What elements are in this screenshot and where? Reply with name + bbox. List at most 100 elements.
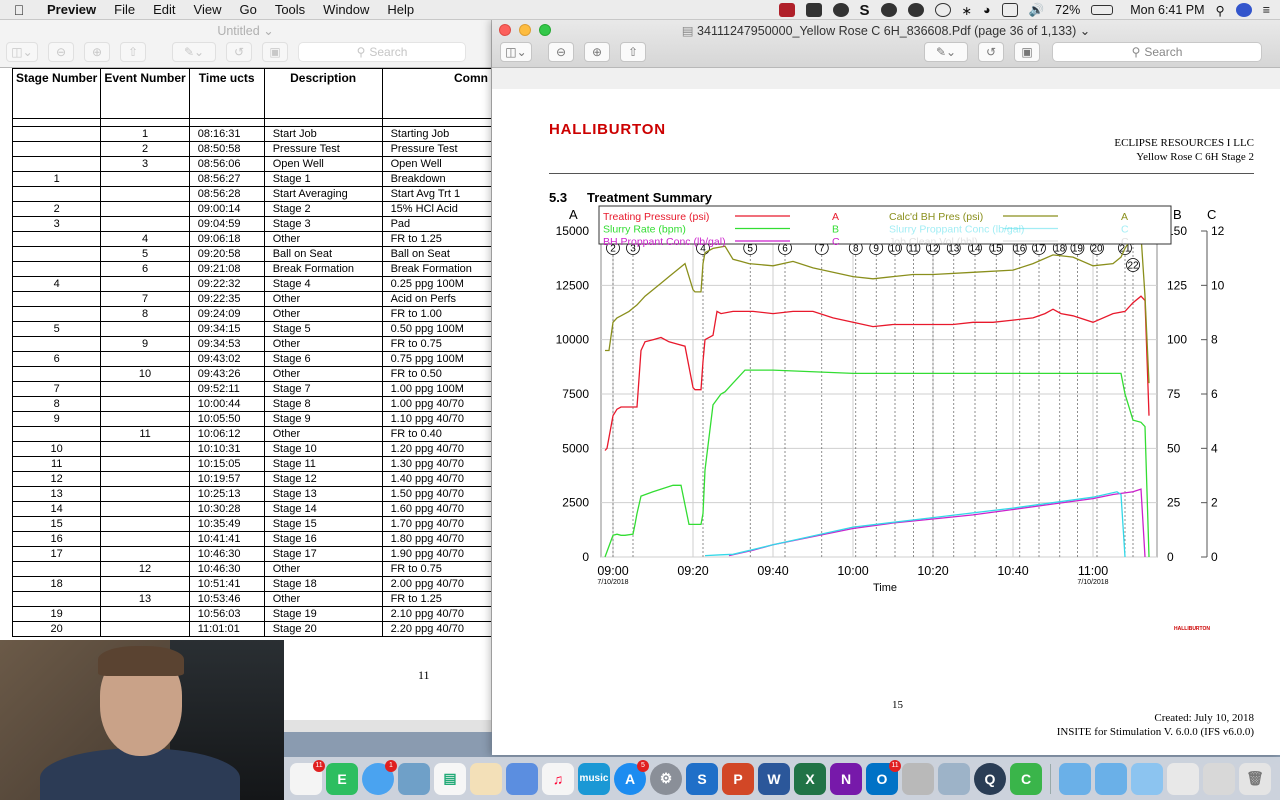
- itunes-icon[interactable]: ♫: [542, 762, 574, 795]
- event-cell: [100, 321, 190, 337]
- siri-icon[interactable]: [1235, 3, 1252, 17]
- zoom-in-button[interactable]: ⊕: [84, 42, 110, 62]
- menu-edit[interactable]: Edit: [144, 2, 184, 17]
- clock[interactable]: Mon 6:41 PM: [1130, 3, 1204, 17]
- document-stack-icon[interactable]: [1167, 762, 1199, 795]
- airplay-icon[interactable]: [1001, 3, 1018, 17]
- calendar-icon[interactable]: 11: [290, 759, 325, 795]
- menu-app-name[interactable]: Preview: [38, 2, 105, 17]
- sidebar-toggle-button[interactable]: ◫⌄: [6, 42, 38, 62]
- simplenote-icon[interactable]: S: [686, 762, 718, 795]
- b-axis-label: B: [1173, 207, 1182, 222]
- legend-item-label: Job Clean Vol (bbl): [889, 236, 978, 248]
- notes-stack-icon[interactable]: [1203, 762, 1235, 795]
- app-store-icon[interactable]: A5: [614, 759, 649, 795]
- toolbox-button[interactable]: ▣: [1014, 42, 1040, 62]
- left-search-input[interactable]: ⚲ Search: [298, 42, 466, 62]
- time-cell: 10:00:44: [188, 396, 265, 412]
- menu-view[interactable]: View: [185, 2, 231, 17]
- b-axis-tick-label: 50: [1167, 441, 1181, 455]
- a-axis-label: A: [569, 207, 578, 222]
- menu-file[interactable]: File: [105, 2, 144, 17]
- time-machine-icon[interactable]: [934, 3, 951, 17]
- outlook-icon[interactable]: O 11: [866, 759, 901, 795]
- volume-icon[interactable]: 🔊: [1029, 3, 1045, 18]
- evernote-helper-icon[interactable]: [805, 3, 822, 17]
- cloud-icon[interactable]: [880, 3, 897, 17]
- table-row: 12 10:46:30 Other FR to 0.75: [11, 561, 491, 577]
- right-window-title[interactable]: ▤ 34111247950000_Yellow Rose C 6H_836608…: [492, 23, 1280, 38]
- toolbox-button[interactable]: ▣: [262, 42, 288, 62]
- notification-center-icon[interactable]: ≡: [1263, 3, 1270, 17]
- battery-percent[interactable]: 72%: [1055, 3, 1080, 17]
- pdf-file-icon: ▤: [681, 24, 698, 38]
- rotate-icon: ↺: [233, 45, 245, 59]
- apple-menu-icon[interactable]: : [0, 2, 38, 18]
- markup-button[interactable]: ✎⌄: [172, 42, 216, 62]
- menu-window[interactable]: Window: [314, 2, 378, 17]
- zoom-out-button[interactable]: ⊖: [48, 42, 74, 62]
- c-axis-tick-label: 6: [1211, 387, 1218, 401]
- zoom-out-button[interactable]: ⊖: [548, 42, 574, 62]
- right-search-input[interactable]: ⚲ Search: [1052, 42, 1262, 62]
- bluetooth-icon[interactable]: ∗: [962, 3, 972, 18]
- description-cell: Break Formation: [263, 261, 383, 277]
- share-button[interactable]: ⇧: [620, 42, 646, 62]
- downloads-folder-icon[interactable]: [1095, 762, 1127, 795]
- preview-icon[interactable]: [902, 762, 934, 795]
- legend-axis-letter: B: [832, 224, 839, 236]
- user-icon[interactable]: [907, 3, 924, 17]
- share-button[interactable]: ⇧: [120, 42, 146, 62]
- description-cell: Other: [263, 561, 383, 577]
- word-icon[interactable]: W: [758, 762, 790, 795]
- comment-cell: 15% HCl Acid: [381, 201, 491, 217]
- image-capture-icon[interactable]: [938, 762, 970, 795]
- quicktime-icon[interactable]: Q: [974, 762, 1006, 795]
- sidebar-toggle-button[interactable]: ◫⌄: [500, 42, 532, 62]
- event-cell: [100, 501, 190, 517]
- spotlight-search-icon[interactable]: ⚲: [1216, 3, 1225, 18]
- zoom-in-button[interactable]: ⊕: [584, 42, 610, 62]
- menu-help[interactable]: Help: [378, 2, 423, 17]
- folder-icon[interactable]: [1059, 762, 1091, 795]
- left-window-title[interactable]: Untitled ⌄: [0, 23, 491, 38]
- wifi-icon[interactable]: ◕: [983, 3, 991, 17]
- onenote-icon[interactable]: N: [830, 762, 862, 795]
- amazon-music-icon[interactable]: music: [578, 762, 610, 795]
- table-row: 2 08:50:58 Pressure Test Pressure Test: [11, 141, 491, 157]
- applications-folder-icon[interactable]: [1131, 762, 1163, 795]
- battery-icon[interactable]: [1091, 5, 1114, 15]
- table-row: 17 10:46:30 Stage 17 1.90 ppg 40/70: [11, 546, 491, 562]
- rotate-button[interactable]: ↺: [978, 42, 1004, 62]
- stage-cell: 6: [11, 351, 102, 367]
- markup-button[interactable]: ✎⌄: [924, 42, 968, 62]
- camtasia-icon[interactable]: C: [1010, 762, 1042, 795]
- event-cell: [100, 621, 190, 637]
- numbers-icon[interactable]: ▤: [434, 762, 466, 795]
- evernote-icon[interactable]: E: [326, 762, 358, 795]
- menu-tools[interactable]: Tools: [266, 2, 314, 17]
- notes-icon[interactable]: [470, 762, 502, 795]
- table-row: 7 09:22:35 Other Acid on Perfs: [11, 291, 491, 307]
- excel-icon[interactable]: X: [794, 762, 826, 795]
- keynote-icon[interactable]: [506, 762, 538, 795]
- powerpoint-icon[interactable]: P: [722, 762, 754, 795]
- time-cell: 10:05:50: [188, 411, 265, 427]
- system-preferences-icon[interactable]: ⚙: [650, 762, 682, 795]
- stage-cell: 11: [11, 456, 102, 472]
- skype-icon[interactable]: S: [860, 2, 870, 19]
- recording-icon[interactable]: [778, 3, 795, 17]
- comment-cell: FR to 1.25: [381, 591, 491, 607]
- b-axis-tick-label: 100: [1167, 333, 1187, 347]
- time-cell: 10:25:13: [188, 486, 265, 502]
- photos-icon[interactable]: [398, 762, 430, 795]
- trash-icon[interactable]: 🗑: [1239, 762, 1271, 795]
- rotate-button[interactable]: ↺: [226, 42, 252, 62]
- menu-go[interactable]: Go: [230, 2, 265, 17]
- header-comment: Comn: [381, 68, 491, 119]
- shield-icon[interactable]: [832, 3, 849, 17]
- description-cell: Stage 8: [263, 396, 383, 412]
- messages-icon[interactable]: 1: [362, 759, 397, 795]
- software-version: INSITE for Stimulation V. 6.0.0 (IFS v6.…: [1056, 726, 1254, 738]
- legend-axis-letter: C: [832, 236, 840, 248]
